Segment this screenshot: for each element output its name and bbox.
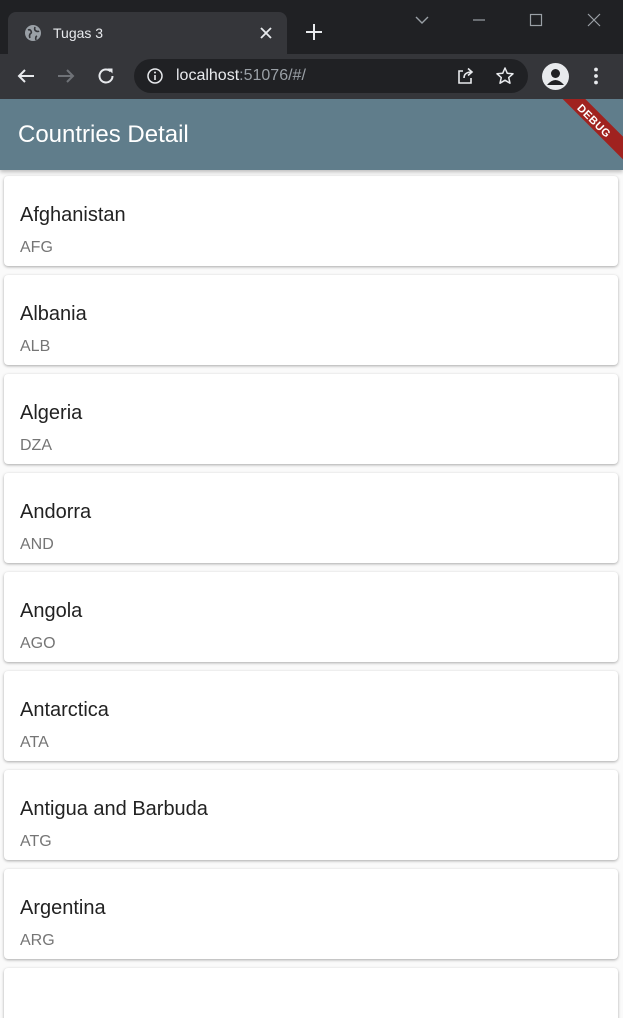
page-title: Countries Detail [18,121,189,148]
bookmark-star-icon[interactable] [495,66,515,86]
country-card[interactable]: Argentina ARG [4,869,618,959]
menu-kebab-icon[interactable] [585,65,607,87]
share-icon[interactable] [455,66,475,86]
country-card[interactable]: Algeria DZA [4,374,618,464]
url-path: :51076/#/ [239,67,306,84]
site-info-icon[interactable] [146,67,164,85]
country-name: Antigua and Barbuda [20,798,208,820]
url-text: localhost:51076/#/ [176,67,306,85]
country-code: ALB [20,338,51,355]
country-name: Albania [20,303,87,325]
globe-icon [24,24,42,42]
close-tab-icon[interactable] [257,24,275,42]
address-bar[interactable]: localhost:51076/#/ [134,59,528,93]
tab-search-icon[interactable] [410,8,434,32]
browser-toolbar: localhost:51076/#/ [0,54,623,99]
country-code: DZA [20,437,52,454]
country-card[interactable]: Antarctica ATA [4,671,618,761]
country-name: Angola [20,600,83,622]
browser-tab-title: Tugas 3 [53,25,104,41]
country-card[interactable]: Andorra AND [4,473,618,563]
country-code: ATA [20,734,49,751]
country-card[interactable]: Albania ALB [4,275,618,365]
country-name: Argentina [20,897,106,919]
country-code: AFG [20,239,53,256]
close-window-icon[interactable] [582,8,606,32]
country-name: Algeria [20,402,83,424]
forward-icon[interactable] [55,65,77,87]
country-card[interactable]: Antigua and Barbuda ATG [4,770,618,860]
country-card-partial[interactable] [4,968,618,1018]
browser-tab-strip: Tugas 3 [0,0,623,54]
country-code: AND [20,536,54,553]
country-card[interactable]: Afghanistan AFG [4,176,618,266]
country-name: Andorra [20,501,92,523]
profile-avatar-icon[interactable] [542,63,569,90]
browser-tab[interactable]: Tugas 3 [8,12,287,54]
country-name: Antarctica [20,699,109,721]
minimize-icon[interactable] [467,8,491,32]
app-viewport: Countries Detail DEBUG Afghanistan AFG A… [0,99,623,1018]
country-code: ARG [20,932,55,949]
country-code: ATG [20,833,52,850]
url-host: localhost [176,67,240,84]
country-card[interactable]: Angola AGO [4,572,618,662]
country-list[interactable]: Afghanistan AFG Albania ALB Algeria DZA … [0,170,623,1018]
back-icon[interactable] [15,65,37,87]
app-bar: Countries Detail [0,99,623,170]
country-code: AGO [20,635,56,652]
reload-icon[interactable] [95,65,117,87]
maximize-icon[interactable] [524,8,548,32]
country-name: Afghanistan [20,204,126,226]
new-tab-icon[interactable] [303,21,325,43]
